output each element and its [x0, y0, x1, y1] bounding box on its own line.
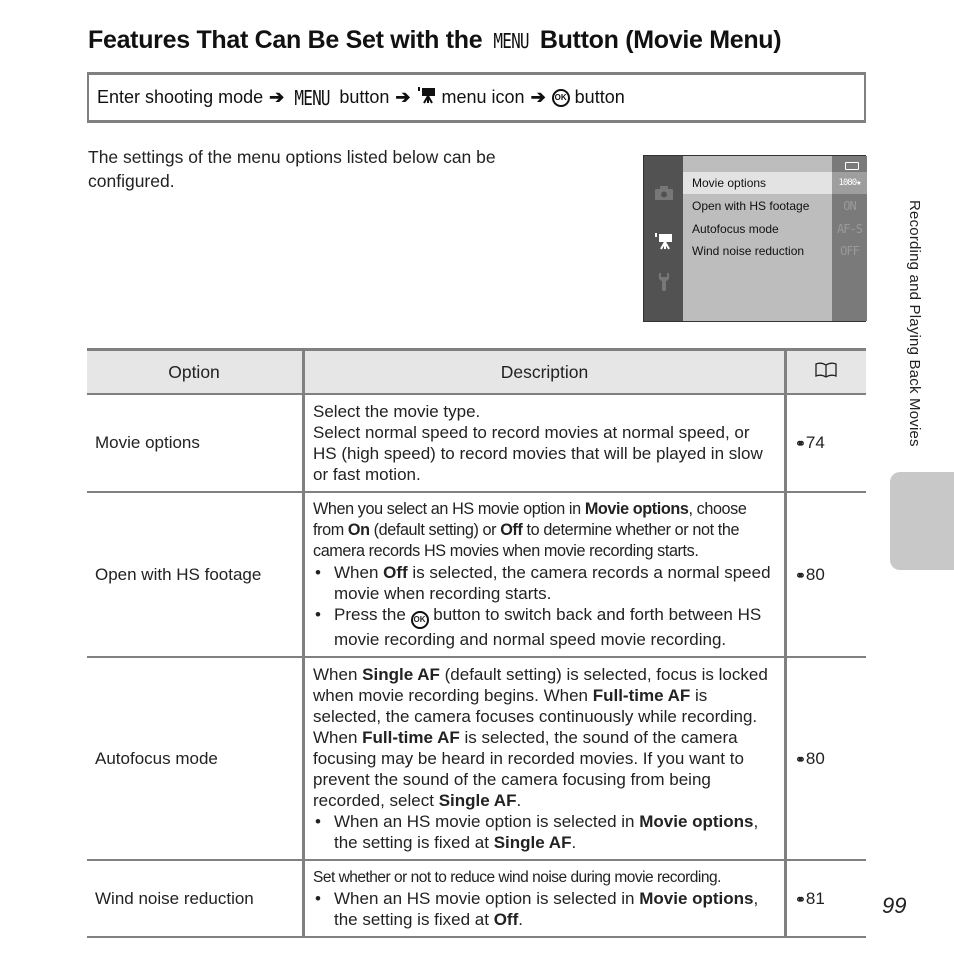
camera-menu-item: Wind noise reduction: [692, 244, 805, 258]
table-row: Wind noise reduction Set whether or not …: [87, 860, 866, 938]
wrench-icon: [644, 272, 683, 297]
option-name: Wind noise reduction: [87, 860, 305, 938]
header-reference: [785, 348, 866, 395]
navigation-path: Enter shooting mode ➔ MENU button ➔ menu…: [87, 72, 866, 123]
camera-menu-value: AF-S: [837, 222, 863, 236]
header-option: Option: [87, 348, 305, 395]
intro-text: The settings of the menu options listed …: [88, 147, 496, 191]
reference-section-icon: ⚭: [795, 891, 806, 907]
arrow-icon: ➔: [269, 87, 285, 107]
movie-camera-icon: [417, 86, 437, 109]
bullet-item: • When an HS movie option is selected in…: [315, 889, 759, 929]
page-number: 99: [882, 893, 907, 918]
table-row: Autofocus mode When Single AF (default s…: [87, 657, 866, 861]
menu-button-glyph: MENU: [294, 85, 331, 110]
option-description: When you select an HS movie option in Mo…: [303, 492, 787, 658]
reference-section-icon: ⚭: [795, 436, 806, 451]
camera-menu-item: Open with HS footage: [692, 199, 810, 213]
table-header-row: Option Description: [87, 348, 866, 395]
table-row: Open with HS footage When you select an …: [87, 492, 866, 658]
bullet-item: • Press the OK button to switch back and…: [315, 605, 762, 649]
section-thumb-tab: [890, 472, 954, 570]
reference-link[interactable]: ⚭ 74: [785, 394, 866, 493]
movie-camera-icon: [644, 232, 683, 255]
camera-menu-item: Movie options: [683, 172, 832, 194]
ok-button-icon: OK: [410, 611, 429, 629]
menu-button-glyph: MENU: [493, 29, 529, 53]
reference-link[interactable]: ⚭ 80: [785, 657, 866, 861]
table-row: Movie options Select the movie type. Sel…: [87, 394, 866, 493]
options-table: Option Description Movie options Select …: [87, 348, 866, 938]
camera-screen-illustration: Movie options 1080★ Open with HS footage…: [643, 155, 867, 322]
camera-menu-value: 1080★: [832, 172, 867, 194]
option-description: Set whether or not to reduce wind noise …: [303, 860, 787, 938]
camera-icon: [644, 186, 683, 205]
reference-link[interactable]: ⚭ 81: [785, 860, 866, 938]
camera-menu-item: Autofocus mode: [692, 222, 779, 236]
battery-icon: [845, 162, 859, 170]
arrow-icon: ➔: [530, 87, 546, 107]
option-name: Movie options: [87, 394, 305, 493]
reference-link[interactable]: ⚭ 80: [785, 492, 866, 658]
book-icon: [815, 362, 837, 378]
arrow-icon: ➔: [395, 87, 411, 107]
option-name: Open with HS footage: [87, 492, 305, 658]
camera-menu-value: ON: [843, 199, 856, 213]
option-description: When Single AF (default setting) is sele…: [303, 657, 787, 861]
bullet-item: • When an HS movie option is selected in…: [315, 812, 759, 852]
camera-menu-value: OFF: [840, 244, 860, 258]
header-description: Description: [303, 348, 787, 395]
option-name: Autofocus mode: [87, 657, 305, 861]
section-side-label: Recording and Playing Back Movies: [906, 200, 923, 447]
reference-section-icon: ⚭: [795, 751, 806, 767]
bullet-item: • When Off is selected, the camera recor…: [315, 563, 771, 603]
reference-section-icon: ⚭: [795, 567, 806, 583]
ok-button-icon: OK: [551, 88, 570, 107]
page-title: Features That Can Be Set with the MENU B…: [88, 26, 782, 54]
option-description: Select the movie type. Select normal spe…: [303, 394, 787, 493]
